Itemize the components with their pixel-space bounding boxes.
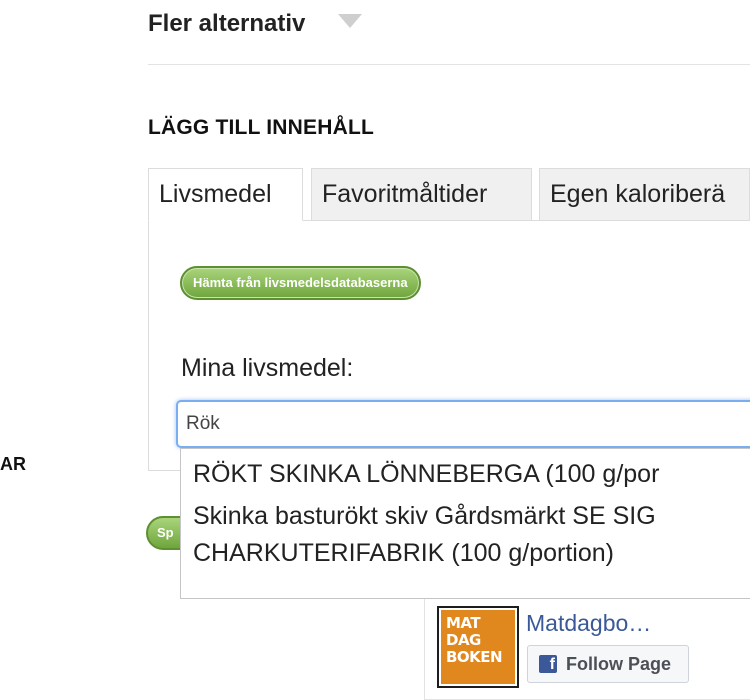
my-foods-label: Mina livsmedel:: [181, 354, 354, 382]
suggestion-line: Skinka basturökt skiv Gårdsmärkt SE SIG: [193, 502, 656, 530]
add-content-heading: LÄGG TILL INNEHÅLL: [148, 116, 375, 139]
fetch-from-database-button[interactable]: Hämta från livsmedelsdatabaserna: [180, 266, 421, 300]
suggestion-item[interactable]: RÖKT SKINKA LÖNNEBERGA (100 g/por: [181, 453, 750, 495]
facebook-page-name-link[interactable]: Matdagbo…: [526, 610, 651, 637]
caret-down-icon[interactable]: [338, 14, 362, 28]
divider: [148, 64, 750, 65]
autocomplete-dropdown: RÖKT SKINKA LÖNNEBERGA (100 g/por Skinka…: [180, 448, 750, 599]
food-search-input[interactable]: [176, 400, 750, 448]
logo-line: MAT: [446, 614, 481, 632]
tab-egen-kaloriberakning[interactable]: Egen kaloriberä: [539, 168, 750, 221]
tab-livsmedel[interactable]: Livsmedel: [148, 168, 303, 221]
logo-line: DAG: [446, 631, 481, 649]
suggestion-item[interactable]: Skinka basturökt skiv Gårdsmärkt SE SIG …: [181, 495, 750, 569]
matdagboken-logo[interactable]: MAT DAG BOKEN: [437, 606, 519, 688]
more-options-title[interactable]: Fler alternativ: [148, 10, 305, 38]
sidebar-text-fragment: AR: [0, 454, 26, 474]
follow-page-label: Follow Page: [566, 654, 672, 674]
tab-favoritmaltider[interactable]: Favoritmåltider: [311, 168, 532, 221]
suggestion-line: CHARKUTERIFABRIK (100 g/portion): [193, 539, 614, 567]
facebook-icon: f: [539, 655, 557, 673]
follow-page-button[interactable]: f Follow Page: [527, 645, 689, 683]
content-tabs: Livsmedel Favoritmåltider Egen kaloriber…: [148, 168, 750, 221]
logo-line: BOKEN: [446, 648, 503, 666]
